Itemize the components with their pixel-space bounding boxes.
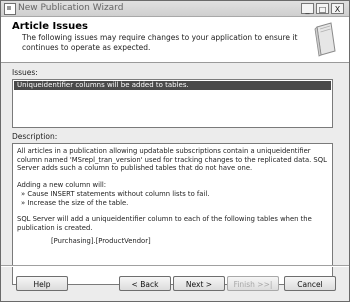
- book-icon: [314, 22, 336, 57]
- wizard-window: New Publication Wizard _ □ X Article Iss…: [0, 0, 350, 302]
- wizard-header: Article Issues The following issues may …: [1, 17, 349, 63]
- page-title: Article Issues: [12, 21, 88, 32]
- finish-button: Finish >>|: [227, 276, 279, 291]
- issues-list[interactable]: Uniqueidentifier columns will be added t…: [12, 79, 333, 128]
- cancel-button[interactable]: Cancel: [284, 276, 336, 291]
- minimize-button[interactable]: _: [301, 3, 314, 14]
- next-button[interactable]: Next >: [173, 276, 225, 291]
- page-subtitle: The following issues may require changes…: [22, 33, 298, 52]
- wizard-app-icon: [4, 3, 16, 15]
- bullet-item: » Increase the size of the table.: [21, 198, 129, 207]
- description-text: All articles in a publication allowing u…: [17, 147, 328, 245]
- close-button[interactable]: X: [331, 3, 344, 14]
- maximize-button[interactable]: □: [316, 3, 329, 14]
- window-title: New Publication Wizard: [18, 3, 124, 13]
- issue-item-selected[interactable]: Uniqueidentifier columns will be added t…: [14, 81, 331, 90]
- title-bar[interactable]: New Publication Wizard _ □ X: [1, 1, 349, 17]
- description-paragraph-2: SQL Server will add a uniqueidentifier c…: [17, 215, 312, 232]
- table-list-item: [Purchasing].[ProductVendor]: [51, 236, 151, 245]
- help-button[interactable]: Help: [16, 276, 68, 291]
- bullet-item: » Cause INSERT statements without column…: [21, 189, 210, 198]
- back-button[interactable]: < Back: [119, 276, 171, 291]
- adding-intro: Adding a new column will:: [17, 181, 107, 190]
- description-label: Description:: [12, 132, 58, 141]
- footer-divider: [1, 265, 349, 267]
- issues-label: Issues:: [12, 68, 38, 77]
- description-box[interactable]: All articles in a publication allowing u…: [12, 143, 333, 285]
- description-paragraph-1: All articles in a publication allowing u…: [17, 147, 327, 173]
